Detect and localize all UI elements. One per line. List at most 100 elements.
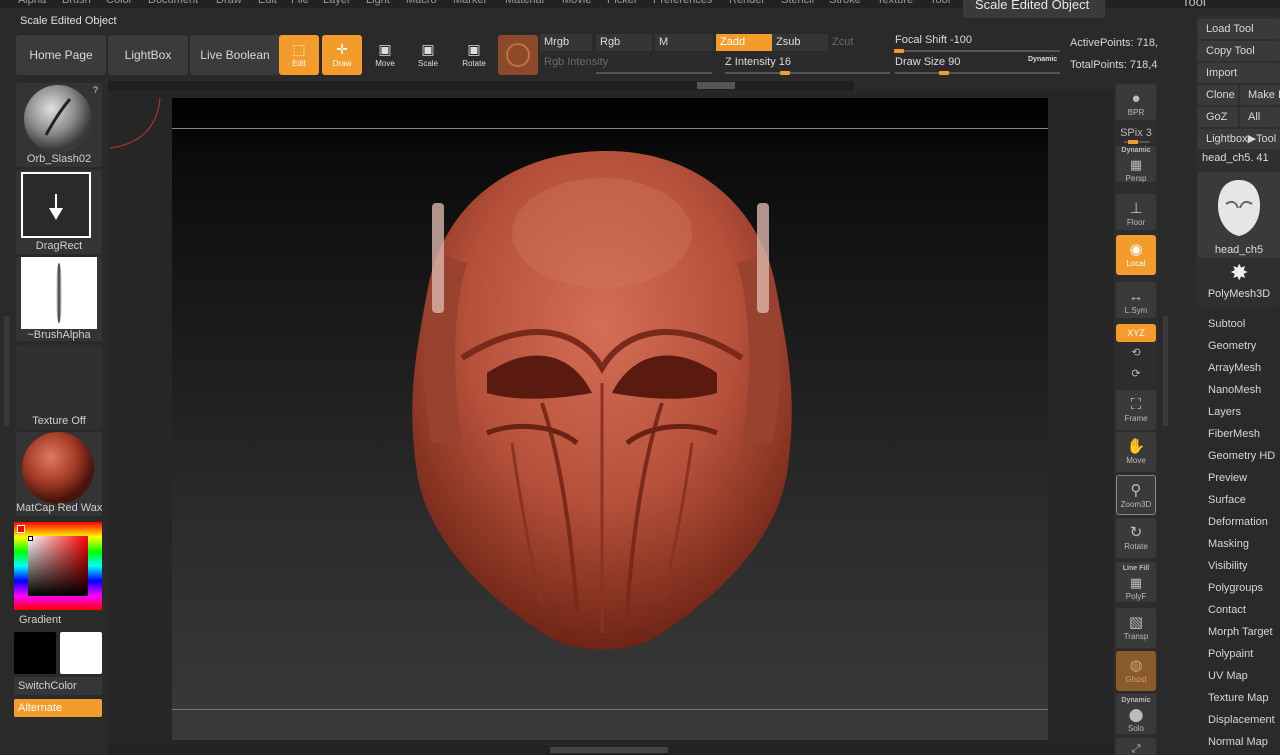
subpalette-polypaint[interactable]: Polypaint [1208, 648, 1253, 660]
mrgb-toggle[interactable]: Mrgb [540, 34, 592, 51]
color-cursor[interactable] [28, 536, 33, 541]
xyz-button[interactable]: XYZ [1116, 324, 1156, 342]
menu-item-draw[interactable]: Draw [216, 0, 242, 6]
stroke-slot[interactable]: DragRect [16, 170, 102, 254]
move-view-button[interactable]: ✋ Move [1116, 432, 1156, 472]
subpalette-masking[interactable]: Masking [1208, 538, 1249, 550]
zadd-toggle[interactable]: Zadd [716, 34, 772, 51]
head-sculpt-model[interactable] [392, 143, 812, 668]
texture-slot[interactable]: Texture Off [16, 345, 102, 429]
document-canvas[interactable] [172, 98, 1048, 740]
menu-item-brush[interactable]: Brush [62, 0, 91, 6]
brush-slot[interactable]: ? Orb_Slash02 [16, 83, 102, 167]
zoom3d-button[interactable]: ⚲ Zoom3D [1116, 475, 1156, 515]
menu-item-material[interactable]: Material [505, 0, 544, 6]
color-picker[interactable] [14, 522, 102, 610]
xpose-button[interactable]: ⤢ [1116, 738, 1156, 755]
dynamic-toggle[interactable]: Dynamic [1028, 56, 1057, 63]
home-page-button[interactable]: Home Page [16, 35, 106, 75]
scale-button[interactable]: ▣ Scale [408, 35, 448, 75]
rgb-intensity-slider[interactable]: Rgb Intensity [540, 54, 716, 71]
subpalette-arraymesh[interactable]: ArrayMesh [1208, 362, 1261, 374]
draw-button[interactable]: ✛ Draw [322, 35, 362, 75]
menu-item-marker[interactable]: Marker [453, 0, 487, 6]
goz-all-button[interactable]: All [1240, 107, 1280, 127]
zcut-toggle[interactable]: Zcut [828, 34, 888, 51]
subpalette-polygroups[interactable]: Polygroups [1208, 582, 1263, 594]
menu-item-stroke[interactable]: Stroke [829, 0, 861, 6]
m-toggle[interactable]: M [655, 34, 713, 51]
menu-item-stencil[interactable]: Stencil [781, 0, 814, 6]
zsub-toggle[interactable]: Zsub [772, 34, 828, 51]
menu-item-edit[interactable]: Edit [258, 0, 277, 6]
menu-item-light[interactable]: Light [366, 0, 390, 6]
subpalette-uv-map[interactable]: UV Map [1208, 670, 1248, 682]
menu-item-color[interactable]: Color [106, 0, 132, 6]
menu-item-macro[interactable]: Macro [406, 0, 437, 6]
polyf-button[interactable]: Line Fill ▦ PolyF [1116, 562, 1156, 602]
menu-item-texture[interactable]: Texture [877, 0, 913, 6]
rotate-view-button[interactable]: ↻ Rotate [1116, 518, 1156, 558]
gradient-label[interactable]: Gradient [19, 614, 61, 626]
frame-button[interactable]: ⛶ Frame [1116, 390, 1156, 430]
persp-button[interactable]: Dynamic ▦ Persp [1116, 146, 1156, 183]
lightbox-tool-button[interactable]: Lightbox▶Tool [1198, 129, 1280, 149]
subpalette-contact[interactable]: Contact [1208, 604, 1246, 616]
shelf-scroll-thumb[interactable] [697, 82, 735, 89]
menu-item-alpha[interactable]: Alpha [18, 0, 46, 6]
make-polymesh-button[interactable]: Make I [1240, 85, 1280, 105]
alpha-slot[interactable]: ~BrushAlpha [16, 257, 102, 341]
canvas-bottom-thumb[interactable] [550, 747, 668, 753]
menu-item-layer[interactable]: Layer [323, 0, 351, 6]
z-intensity-knob[interactable] [780, 71, 790, 75]
subpalette-nanomesh[interactable]: NanoMesh [1208, 384, 1261, 396]
goz-button[interactable]: GoZ [1198, 107, 1238, 127]
lightbox-button[interactable]: LightBox [108, 35, 188, 75]
lsym-button[interactable]: ↔ L.Sym [1116, 282, 1156, 318]
rotate-y-icon[interactable]: ⟲ [1116, 346, 1156, 359]
subpalette-deformation[interactable]: Deformation [1208, 516, 1268, 528]
subpalette-displacement[interactable]: Displacement [1208, 714, 1275, 726]
main-color-swatch[interactable] [17, 525, 25, 533]
subpalette-morph-target[interactable]: Morph Target [1208, 626, 1273, 638]
menu-item-document[interactable]: Document [148, 0, 198, 6]
bpr-button[interactable]: ● BPR [1116, 84, 1156, 120]
subpalette-surface[interactable]: Surface [1208, 494, 1246, 506]
subpalette-layers[interactable]: Layers [1208, 406, 1241, 418]
move-button[interactable]: ▣ Move [365, 35, 405, 75]
shelf-scrollbar[interactable] [108, 81, 854, 90]
material-swatch[interactable] [498, 35, 538, 75]
edit-button[interactable]: ⬚ Edit [279, 35, 319, 75]
copy-tool-button[interactable]: Copy Tool [1198, 41, 1280, 61]
subpalette-texture-map[interactable]: Texture Map [1208, 692, 1269, 704]
subpalette-geometry-hd[interactable]: Geometry HD [1208, 450, 1275, 462]
rgb-toggle[interactable]: Rgb [596, 34, 652, 51]
load-tool-button[interactable]: Load Tool [1198, 19, 1280, 39]
menu-item-preferences[interactable]: Preferences [653, 0, 712, 6]
import-button[interactable]: Import [1198, 63, 1280, 83]
right-tray-handle[interactable] [1163, 316, 1168, 426]
subpalette-geometry[interactable]: Geometry [1208, 340, 1256, 352]
alternate-button[interactable]: Alternate [14, 699, 102, 717]
menu-item-file[interactable]: File [291, 0, 309, 6]
ghost-button[interactable]: ◍ Ghost [1116, 651, 1156, 691]
menu-item-movie[interactable]: Movie [562, 0, 591, 6]
subpalette-visibility[interactable]: Visibility [1208, 560, 1248, 572]
draw-size-knob[interactable] [939, 71, 949, 75]
focal-shift-knob[interactable] [894, 49, 904, 53]
switch-color-button[interactable]: SwitchColor [14, 677, 102, 695]
tool-thumbnail[interactable]: head_ch5 [1198, 172, 1280, 258]
secondary-color-swatch[interactable] [14, 632, 56, 674]
spix-knob[interactable] [1128, 140, 1138, 144]
rotate-z-icon[interactable]: ⟳ [1116, 367, 1156, 380]
primary-color-swatch[interactable] [60, 632, 102, 674]
subpalette-preview[interactable]: Preview [1208, 472, 1247, 484]
local-button[interactable]: ◉ Local [1116, 235, 1156, 275]
canvas-bottom-scrollbar[interactable] [108, 745, 1114, 755]
subpalette-normal-map[interactable]: Normal Map [1208, 736, 1268, 748]
clone-button[interactable]: Clone [1198, 85, 1238, 105]
solo-button[interactable]: Dynamic ⬤ Solo [1116, 694, 1156, 734]
floor-button[interactable]: ⊥ Floor [1116, 194, 1156, 230]
menu-item-tool[interactable]: Tool [930, 0, 950, 6]
transp-button[interactable]: ▧ Transp [1116, 608, 1156, 648]
